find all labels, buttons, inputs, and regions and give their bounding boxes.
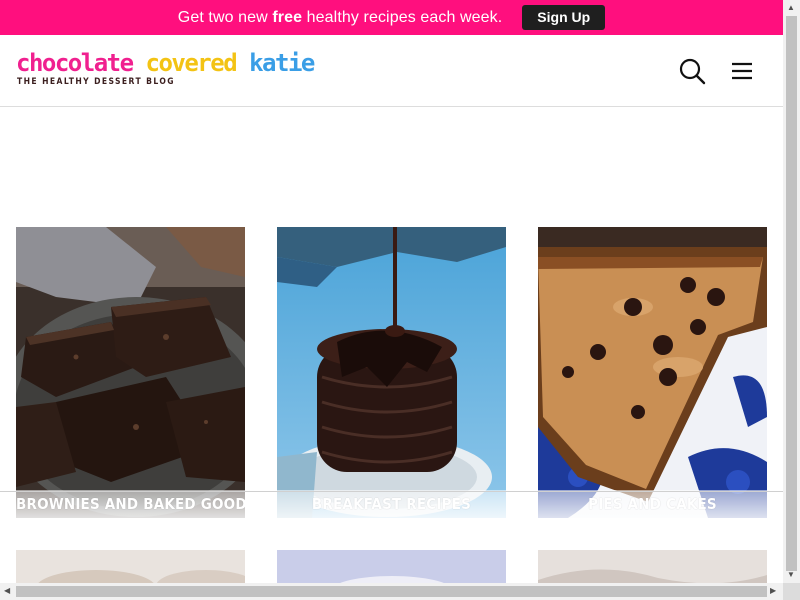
category-label[interactable]: PIES AND CAKES — [538, 490, 767, 518]
promo-banner: Get two new free healthy recipes each we… — [0, 0, 783, 35]
scroll-up-icon[interactable]: ▲ — [787, 4, 795, 12]
category-card-brownies[interactable]: BROWNIES AND BAKED GOODS — [16, 227, 245, 518]
vertical-scrollbar-thumb[interactable] — [786, 16, 797, 571]
logo-tagline: THE HEALTHY DESSERT BLOG — [17, 77, 175, 87]
pancakes-image — [277, 227, 506, 518]
site-logo[interactable]: chocolate covered katie THE HEALTHY DESS… — [16, 49, 315, 87]
logo-wordmark: chocolate covered katie — [16, 49, 315, 77]
scroll-down-icon[interactable]: ▼ — [787, 571, 795, 579]
sign-up-button[interactable]: Sign Up — [522, 5, 606, 30]
category-card-pies[interactable]: PIES AND CAKES — [538, 227, 767, 518]
category-label[interactable]: BREAKFAST RECIPES — [277, 490, 506, 518]
site-header: chocolate covered katie THE HEALTHY DESS… — [0, 35, 783, 107]
scroll-right-icon[interactable]: ▶ — [770, 587, 776, 595]
hamburger-menu-icon[interactable] — [727, 56, 757, 86]
scrollbar-corner — [783, 583, 800, 600]
category-card-breakfast[interactable]: BREAKFAST RECIPES — [277, 227, 506, 518]
horizontal-scrollbar-thumb[interactable] — [16, 586, 767, 597]
search-icon[interactable] — [677, 56, 707, 86]
horizontal-scrollbar[interactable]: ◀ ▶ — [0, 583, 783, 600]
divider — [0, 491, 783, 492]
promo-text: Get two new free healthy recipes each we… — [177, 8, 503, 26]
cookie-pie-image — [538, 227, 767, 518]
vertical-scrollbar[interactable]: ▲ ▼ — [783, 0, 800, 583]
brownies-image — [16, 227, 245, 518]
scroll-left-icon[interactable]: ◀ — [4, 587, 10, 595]
category-label[interactable]: BROWNIES AND BAKED GOODS — [16, 490, 245, 518]
